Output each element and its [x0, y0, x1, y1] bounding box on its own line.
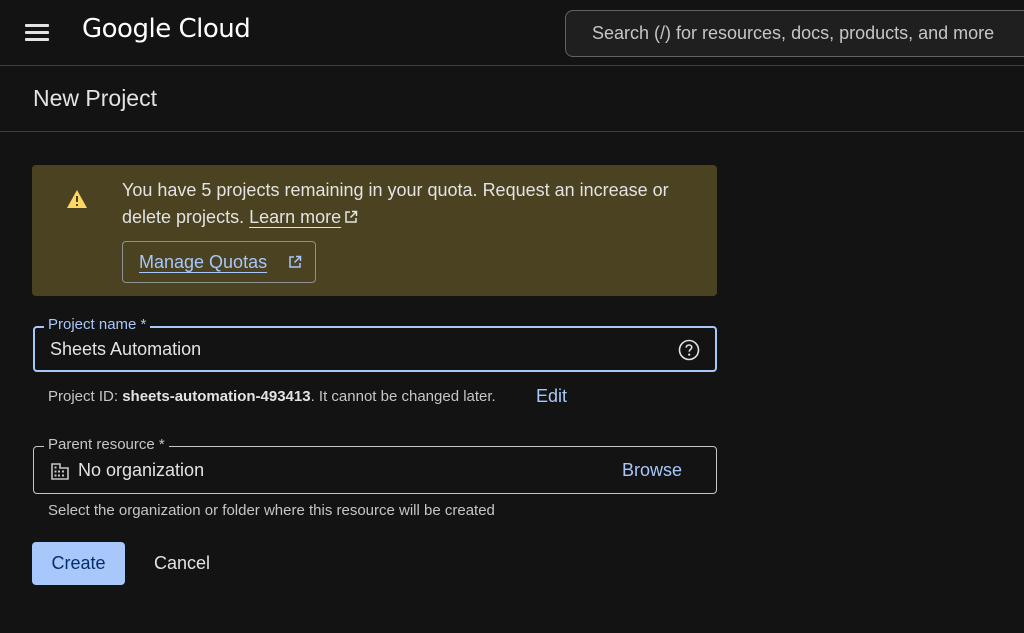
quota-message: You have 5 projects remaining in your qu…: [122, 177, 702, 231]
project-id-prefix: Project ID:: [48, 388, 123, 405]
parent-resource-field[interactable]: No organization Browse: [33, 446, 717, 494]
external-link-icon: [345, 210, 358, 223]
help-circle-icon[interactable]: [678, 339, 700, 361]
project-name-input[interactable]: [48, 328, 668, 370]
page-title: New Project: [33, 85, 157, 111]
project-id-value: sheets-automation-493413: [122, 388, 311, 405]
project-name-label: Project name *: [44, 316, 151, 333]
quota-message-text: You have 5 projects remaining in your qu…: [122, 180, 669, 227]
project-id-suffix: . It cannot be changed later.: [310, 388, 496, 405]
project-id-text: Project ID: sheets-automation-493413. It…: [48, 388, 496, 405]
search-bar[interactable]: [565, 10, 1024, 57]
parent-resource-value: No organization: [78, 460, 205, 480]
hamburger-menu-icon[interactable]: [20, 19, 54, 47]
edit-project-id-button[interactable]: Edit: [536, 386, 567, 407]
manage-quotas-button[interactable]: Manage Quotas: [122, 241, 316, 283]
search-input[interactable]: [590, 11, 1024, 56]
parent-resource-label: Parent resource *: [44, 436, 169, 453]
manage-quotas-label: Manage Quotas: [139, 252, 268, 272]
organization-building-icon: [51, 463, 69, 480]
google-cloud-logo[interactable]: Google Cloud: [82, 14, 251, 44]
create-button[interactable]: Create: [32, 542, 125, 585]
cancel-button[interactable]: Cancel: [138, 542, 226, 585]
learn-more-link[interactable]: Learn more: [249, 207, 341, 227]
parent-resource-helper: Select the organization or folder where …: [48, 502, 495, 519]
top-app-bar: Google Cloud: [0, 0, 1024, 66]
page-header: New Project: [0, 66, 1024, 132]
external-link-icon: [289, 255, 302, 268]
browse-button[interactable]: Browse: [622, 460, 682, 481]
warning-icon: [67, 190, 87, 208]
